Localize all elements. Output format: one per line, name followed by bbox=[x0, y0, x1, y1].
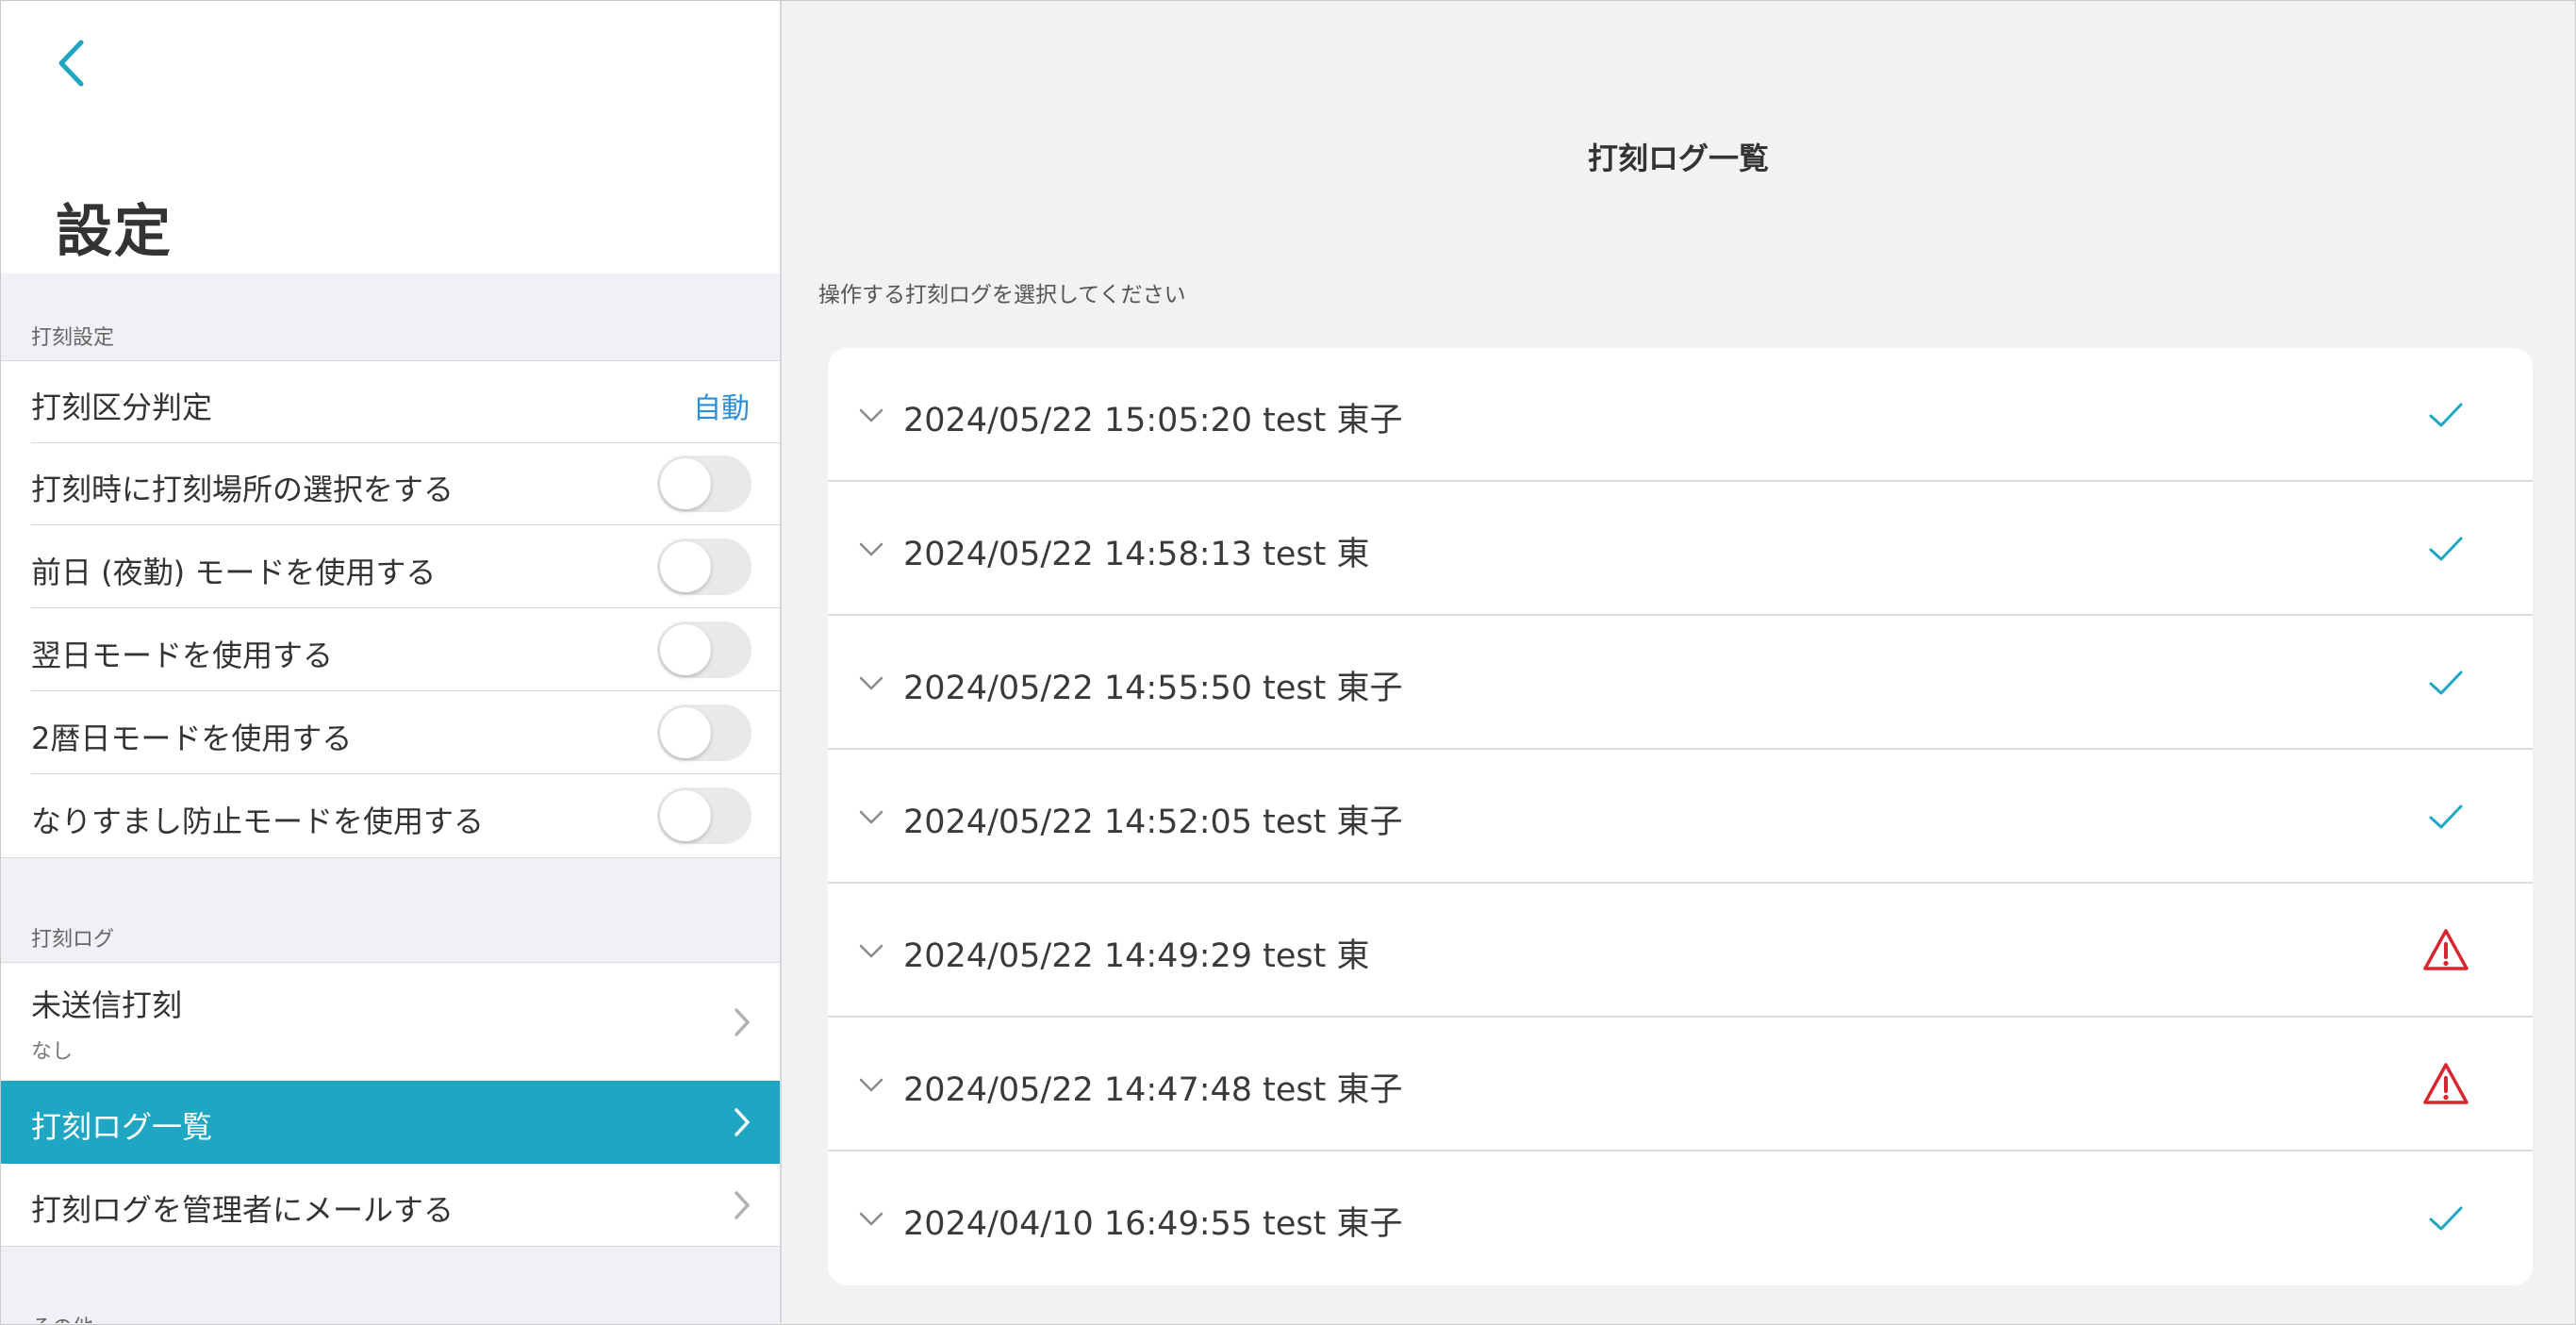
toggle-location-select[interactable] bbox=[657, 455, 751, 512]
chevron-left-icon bbox=[58, 40, 84, 87]
log-item[interactable]: 2024/04/10 16:49:55 test 東子 bbox=[828, 1151, 2533, 1285]
toggle-row-next-day-mode: 翌日モードを使用する bbox=[1, 609, 780, 691]
log-item-text: 2024/05/22 14:52:05 test 東子 bbox=[903, 803, 1403, 841]
punch-settings-group: 打刻区分判定 自動 打刻時に打刻場所の選択をする 前日 (夜勤) モードを使用す… bbox=[1, 360, 780, 858]
warning-icon bbox=[2423, 929, 2469, 970]
log-item-text: 2024/05/22 14:58:13 test 東 bbox=[903, 536, 1370, 573]
page-title: 設定 bbox=[56, 199, 173, 265]
toggle-row-anti-impersonation-mode: なりすまし防止モードを使用する bbox=[1, 775, 780, 857]
log-item[interactable]: 2024/05/22 14:58:13 test 東 bbox=[828, 482, 2533, 616]
log-item-text: 2024/05/22 14:55:50 test 東子 bbox=[903, 670, 1403, 707]
log-item-text: 2024/05/22 15:05:20 test 東子 bbox=[903, 402, 1403, 439]
punch-classification-value[interactable]: 自動 bbox=[693, 385, 750, 426]
toggle-anti-impersonation-mode[interactable] bbox=[657, 787, 751, 844]
chevron-down-icon[interactable] bbox=[858, 1205, 884, 1232]
log-item-text: 2024/05/22 14:49:29 test 東 bbox=[903, 937, 1370, 975]
toggle-label-anti-impersonation-mode: なりすまし防止モードを使用する bbox=[31, 803, 485, 839]
unsent-punches-count: なし bbox=[31, 1040, 74, 1064]
toggle-row-previous-day-mode: 前日 (夜勤) モードを使用する bbox=[1, 526, 780, 608]
log-list-row[interactable]: 打刻ログ一覧 bbox=[1, 1081, 780, 1164]
main-instruction: 操作する打刻ログを選択してください bbox=[818, 283, 1186, 307]
settings-sidebar: 設定 打刻設定 打刻区分判定 自動 打刻時に打刻場所の選択をする 前日 (夜勤)… bbox=[1, 1, 782, 1323]
toggle-next-day-mode[interactable] bbox=[657, 621, 751, 678]
toggle-label-next-day-mode: 翌日モードを使用する bbox=[31, 638, 334, 673]
chevron-down-icon[interactable] bbox=[858, 536, 884, 562]
toggle-knob bbox=[660, 624, 711, 675]
toggle-knob bbox=[660, 790, 711, 841]
log-item-text: 2024/04/10 16:49:55 test 東子 bbox=[903, 1205, 1403, 1243]
toggle-previous-day-mode[interactable] bbox=[657, 538, 751, 595]
punch-log-list: 2024/05/22 15:05:20 test 東子 2024/05/22 1… bbox=[828, 348, 2533, 1285]
toggle-label-previous-day-mode: 前日 (夜勤) モードを使用する bbox=[31, 555, 437, 590]
toggle-row-two-calendar-day-mode: 2暦日モードを使用する bbox=[1, 692, 780, 774]
log-item[interactable]: 2024/05/22 14:55:50 test 東子 bbox=[828, 616, 2533, 750]
chevron-right-icon bbox=[735, 1108, 750, 1136]
toggle-two-calendar-day-mode[interactable] bbox=[657, 704, 751, 761]
section-header-punch-log: 打刻ログ bbox=[31, 928, 115, 952]
log-item[interactable]: 2024/05/22 14:47:48 test 東子 bbox=[828, 1018, 2533, 1151]
log-item[interactable]: 2024/05/22 14:49:29 test 東 bbox=[828, 884, 2533, 1018]
chevron-down-icon[interactable] bbox=[858, 670, 884, 696]
mail-log-row[interactable]: 打刻ログを管理者にメールする bbox=[1, 1164, 780, 1246]
checkmark-icon bbox=[2429, 671, 2463, 695]
sidebar-header: 設定 bbox=[1, 1, 780, 273]
section-header-other: その他 bbox=[31, 1311, 93, 1323]
toggle-knob bbox=[660, 458, 711, 509]
chevron-down-icon[interactable] bbox=[858, 1071, 884, 1098]
main-panel: 打刻ログ一覧 操作する打刻ログを選択してください 2024/05/22 15:0… bbox=[783, 1, 2574, 1323]
punch-classification-label: 打刻区分判定 bbox=[31, 389, 213, 425]
row-divider bbox=[31, 607, 780, 608]
toggle-label-two-calendar-day-mode: 2暦日モードを使用する bbox=[31, 720, 353, 756]
main-title: 打刻ログ一覧 bbox=[1587, 141, 1769, 176]
punch-log-group: 未送信打刻 なし 打刻ログ一覧 打刻ログを管理者にメールする bbox=[1, 962, 780, 1247]
punch-classification-row[interactable]: 打刻区分判定 自動 bbox=[1, 361, 780, 443]
log-item[interactable]: 2024/05/22 14:52:05 test 東子 bbox=[828, 750, 2533, 884]
toggle-row-location-select: 打刻時に打刻場所の選択をする bbox=[1, 443, 780, 525]
checkmark-icon bbox=[2429, 403, 2463, 427]
checkmark-icon bbox=[2429, 1206, 2463, 1231]
back-button[interactable] bbox=[44, 33, 97, 93]
log-item-text: 2024/05/22 14:47:48 test 東子 bbox=[903, 1071, 1403, 1109]
chevron-down-icon[interactable] bbox=[858, 803, 884, 830]
warning-icon bbox=[2423, 1063, 2469, 1104]
unsent-punches-row[interactable]: 未送信打刻 なし bbox=[1, 963, 780, 1081]
unsent-punches-label: 未送信打刻 bbox=[31, 987, 183, 1023]
row-divider bbox=[31, 524, 780, 525]
chevron-down-icon[interactable] bbox=[858, 937, 884, 964]
toggle-label-location-select: 打刻時に打刻場所の選択をする bbox=[31, 472, 454, 507]
chevron-down-icon[interactable] bbox=[858, 402, 884, 428]
checkmark-icon bbox=[2429, 537, 2463, 561]
row-divider bbox=[31, 773, 780, 774]
toggle-knob bbox=[660, 541, 711, 592]
mail-log-label: 打刻ログを管理者にメールする bbox=[31, 1192, 454, 1228]
toggle-knob bbox=[660, 707, 711, 758]
section-header-punch-settings: 打刻設定 bbox=[31, 326, 115, 350]
chevron-right-icon bbox=[735, 1008, 750, 1036]
log-item[interactable]: 2024/05/22 15:05:20 test 東子 bbox=[828, 348, 2533, 482]
row-divider bbox=[31, 690, 780, 691]
chevron-right-icon bbox=[735, 1191, 750, 1219]
log-list-label: 打刻ログ一覧 bbox=[31, 1109, 213, 1145]
checkmark-icon bbox=[2429, 804, 2463, 829]
